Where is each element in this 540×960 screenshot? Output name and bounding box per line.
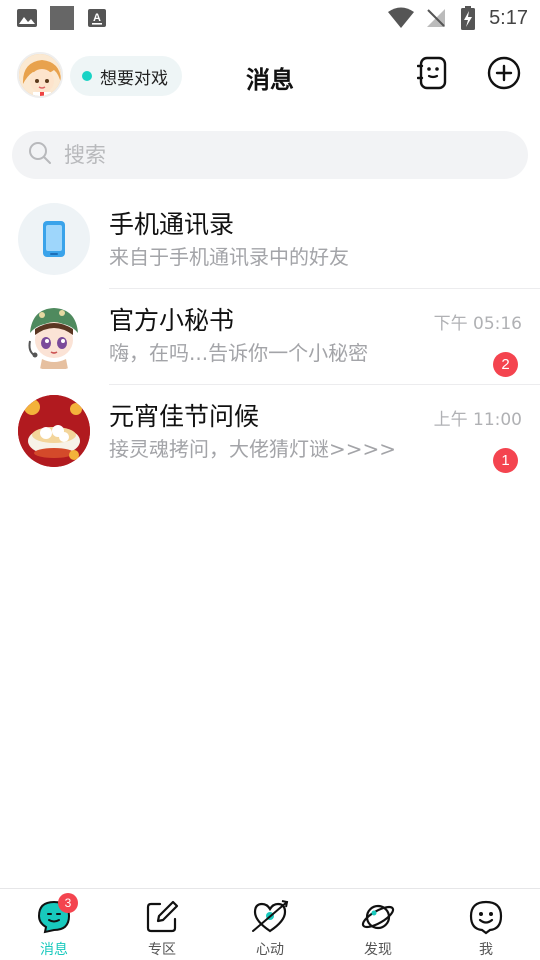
unread-badge: 2 xyxy=(493,352,518,377)
planet-icon xyxy=(359,898,397,936)
phone-icon xyxy=(43,221,65,257)
lantern-festival-avatar xyxy=(18,395,90,467)
status-bar-right: 5:17 xyxy=(387,6,528,30)
accessibility-a-icon: A xyxy=(86,7,108,29)
nav-label: 发现 xyxy=(364,942,392,958)
edit-square-icon xyxy=(143,898,181,936)
conversation-name: 官方小秘书 xyxy=(109,306,235,335)
wifi-icon xyxy=(387,7,415,29)
list-item-lantern-festival[interactable]: 元宵佳节问候 接灵魂拷问，大佬猜灯谜>>>> 上午 11:00 1 xyxy=(0,385,540,481)
svg-text:A: A xyxy=(93,12,101,24)
battery-charging-icon xyxy=(457,6,479,30)
heart-arrow-icon xyxy=(251,898,289,936)
conversation-time: 下午 05:16 xyxy=(433,314,522,334)
list-item-phone-contacts[interactable]: 手机通讯录 来自于手机通讯录中的好友 xyxy=(0,193,540,289)
unread-badge: 1 xyxy=(493,448,518,473)
nav-tab-zone[interactable]: 专区 xyxy=(108,889,216,960)
status-time: 5:17 xyxy=(489,6,528,29)
contacts-card-icon xyxy=(416,56,449,94)
conversation-name: 元宵佳节问候 xyxy=(109,402,260,431)
conversation-name: 手机通讯录 xyxy=(109,210,235,239)
nav-tab-discover[interactable]: 发现 xyxy=(324,889,432,960)
list-item-official-secretary[interactable]: 官方小秘书 嗨，在吗...告诉你一个小秘密 下午 05:16 2 xyxy=(0,289,540,385)
conversation-preview: 嗨，在吗...告诉你一个小秘密 xyxy=(109,341,369,365)
conversation-preview: 接灵魂拷问，大佬猜灯谜>>>> xyxy=(109,437,397,461)
search-input[interactable] xyxy=(64,143,464,167)
status-bar-left: A xyxy=(16,6,108,30)
nav-label: 我 xyxy=(479,942,493,958)
smile-face-icon xyxy=(467,898,505,936)
status-bar: A 5:17 xyxy=(0,0,540,36)
conversation-preview: 来自于手机通讯录中的好友 xyxy=(109,245,349,269)
nav-label: 消息 xyxy=(40,942,68,958)
gray-square-icon xyxy=(50,6,74,30)
search-icon xyxy=(28,141,52,169)
nav-label: 心动 xyxy=(256,942,284,958)
page-title: 消息 xyxy=(246,66,294,94)
contacts-card-button[interactable] xyxy=(414,56,452,94)
image-icon xyxy=(16,7,38,29)
header: 想要对戏 消息 xyxy=(0,44,540,108)
no-signal-icon xyxy=(425,7,447,29)
add-button[interactable] xyxy=(485,56,523,94)
search-bar[interactable] xyxy=(12,131,528,179)
nav-tab-heartbeat[interactable]: 心动 xyxy=(216,889,324,960)
conversation-time: 上午 11:00 xyxy=(433,410,522,430)
nav-tab-messages[interactable]: 消息 3 xyxy=(0,889,108,960)
nav-tab-me[interactable]: 我 xyxy=(432,889,540,960)
nav-unread-badge: 3 xyxy=(58,893,78,913)
add-circle-icon xyxy=(487,56,521,94)
nav-label: 专区 xyxy=(148,942,176,958)
bottom-nav: 消息 3 专区 心动 发现 我 xyxy=(0,888,540,960)
conversation-list: 手机通讯录 来自于手机通讯录中的好友 官方小秘书 嗨，在吗...告诉你一个小秘密… xyxy=(0,193,540,481)
phone-contacts-avatar xyxy=(18,203,90,275)
official-secretary-avatar xyxy=(18,299,90,371)
